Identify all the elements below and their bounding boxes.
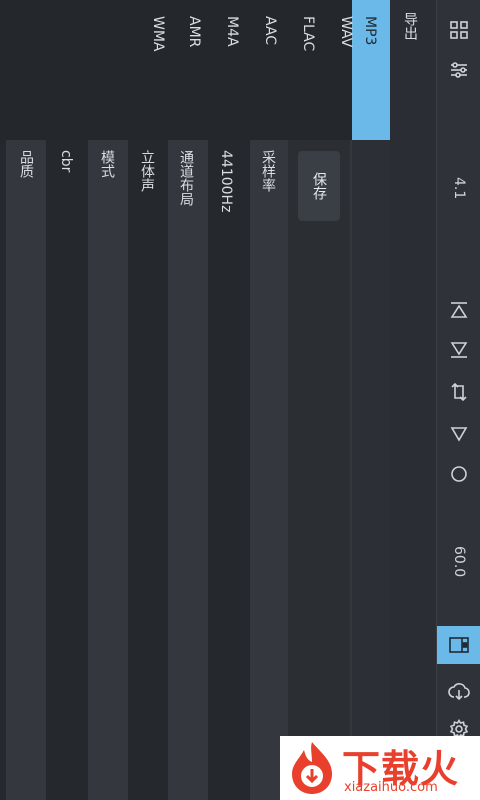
- save-row: [288, 140, 350, 800]
- format-flac[interactable]: FLAC: [278, 16, 316, 51]
- format-wav[interactable]: WAV: [316, 16, 354, 47]
- export-column: [390, 0, 437, 800]
- cbr-value: cbr: [58, 150, 74, 173]
- format-mp3-label: MP3: [362, 16, 378, 46]
- skip-start-icon[interactable]: [437, 296, 480, 324]
- right-toolbar: 4.1 60.0: [436, 0, 480, 800]
- tempo-value: 4.1: [451, 176, 467, 200]
- channel-layout-label: 通道布局: [178, 150, 194, 206]
- export-tab-icon[interactable]: [437, 626, 480, 664]
- format-aac[interactable]: AAC: [240, 16, 278, 45]
- format-amr[interactable]: AMR: [164, 16, 202, 47]
- save-button[interactable]: 保存: [298, 151, 340, 221]
- quality-row[interactable]: [6, 140, 46, 800]
- skip-end-icon[interactable]: [437, 336, 480, 364]
- export-header: 导出: [402, 12, 418, 40]
- speed-value: 60.0: [451, 546, 467, 578]
- sample-rate-label: 采样率: [260, 150, 276, 192]
- quality-label: 品质: [18, 150, 34, 178]
- channel-layout-row[interactable]: [168, 140, 208, 800]
- speed-readout[interactable]: 60.0: [437, 538, 480, 586]
- stereo-row[interactable]: [128, 140, 168, 800]
- sample-rate-value: 44100Hz: [218, 150, 234, 213]
- play-icon[interactable]: [437, 420, 480, 448]
- equalizer-icon[interactable]: [437, 54, 480, 86]
- flame-logo-icon: [292, 742, 332, 794]
- sample-rate-row[interactable]: [250, 140, 288, 800]
- watermark-url: xiazaihuo.com: [344, 780, 438, 795]
- cbr-row[interactable]: [48, 140, 88, 800]
- loop-icon[interactable]: [437, 378, 480, 406]
- format-m4a[interactable]: M4A: [202, 16, 240, 47]
- mode-label: 模式: [99, 150, 115, 178]
- sample-rate-value-row[interactable]: [208, 140, 250, 800]
- grid-icon[interactable]: [437, 14, 480, 46]
- record-icon[interactable]: [437, 460, 480, 488]
- save-button-label: 保存: [311, 172, 327, 200]
- cloud-download-icon[interactable]: [437, 674, 480, 708]
- stereo-value: 立体声: [139, 150, 155, 192]
- tempo-readout[interactable]: 4.1: [437, 168, 480, 208]
- mode-row[interactable]: [88, 140, 128, 800]
- watermark: 下载火 xiazaihuo.com: [280, 736, 480, 800]
- format-wma[interactable]: WMA: [128, 16, 166, 52]
